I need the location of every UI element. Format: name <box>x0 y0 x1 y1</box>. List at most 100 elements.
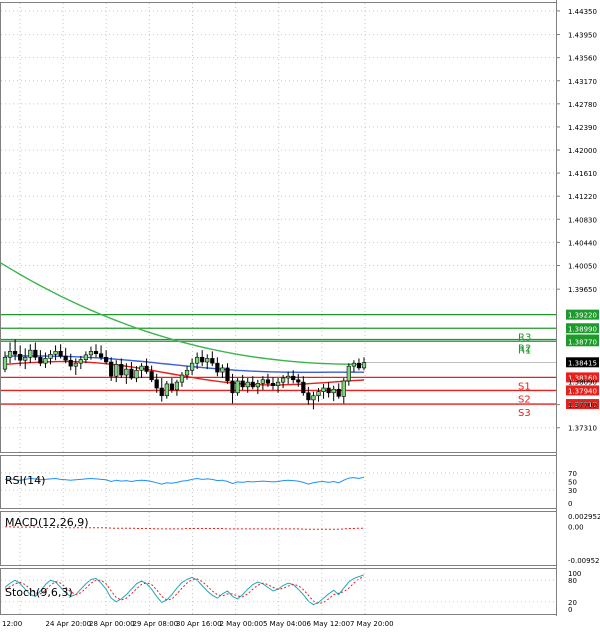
candle-body <box>210 358 215 364</box>
price-tick-label: 1.43560 <box>568 55 597 63</box>
level-name-s3: S3 <box>518 408 531 419</box>
candle-body <box>316 391 321 397</box>
candle-body <box>286 375 291 379</box>
candle-body <box>189 362 195 371</box>
panel-stoch <box>0 568 557 615</box>
level-value-label: 1.39220 <box>568 312 597 320</box>
price-tick-label: 1.41610 <box>568 170 597 178</box>
candle-body <box>361 362 367 369</box>
candle-body <box>7 351 13 358</box>
macd-label: MACD(12,26,9) <box>5 516 89 529</box>
macd-tick-label: -0.009528 <box>568 557 600 565</box>
candle-body <box>280 377 286 383</box>
candle-body <box>346 365 351 382</box>
candle-body <box>114 364 119 377</box>
candle-body <box>321 387 326 392</box>
level-value-label: 1.37940 <box>568 387 597 395</box>
time-tick-label: 29 Apr 08:00 <box>133 620 179 628</box>
price-tick-label: 1.42780 <box>568 101 597 109</box>
candle-body <box>250 381 255 388</box>
level-value-label: 1.38990 <box>568 325 597 333</box>
candle-body <box>48 354 53 359</box>
price-tick-label: 1.43170 <box>568 78 597 86</box>
candle-body <box>291 375 296 381</box>
price-tick-label: 1.37700 <box>568 402 597 410</box>
candle-body <box>200 356 205 363</box>
time-tick-label: 6 May 12:00 <box>307 620 351 628</box>
candle-body <box>63 355 68 361</box>
price-tick-label: 1.41220 <box>568 193 597 201</box>
price-tick-label: 1.44350 <box>568 8 597 16</box>
candle-body <box>78 359 83 364</box>
candle-body <box>230 380 235 394</box>
candle-body <box>43 358 48 364</box>
candle-body <box>68 359 73 367</box>
candle-body <box>184 369 190 376</box>
candle-body <box>2 356 8 370</box>
candle-body <box>23 356 28 361</box>
price-tick-label: 1.43950 <box>568 32 597 40</box>
candle-body <box>104 356 109 363</box>
candle-body <box>159 387 164 397</box>
rsi-tick-label: 30 <box>568 487 577 495</box>
candle-body <box>240 380 245 388</box>
candle-body <box>174 381 180 391</box>
candle-body <box>119 364 124 376</box>
candle-body <box>169 383 174 391</box>
candle-body <box>356 362 362 369</box>
time-tick-label: 28 Apr 00:00 <box>89 620 135 628</box>
candle-body <box>336 388 341 397</box>
rsi-label: RSI(14) <box>5 474 45 487</box>
time-tick-label: 7 May 20:00 <box>350 620 394 628</box>
candle-body <box>351 362 356 367</box>
candle-body <box>265 379 271 384</box>
level-value-label: 1.38770 <box>568 338 597 346</box>
price-tick-label: 1.40830 <box>568 216 597 224</box>
price-tick-label: 1.38090 <box>568 379 597 387</box>
candle-body <box>139 365 144 371</box>
chart-root: 1.392201.38990R31.38800R21.38770R11.3816… <box>0 0 600 628</box>
candle-body <box>245 381 250 388</box>
candle-body <box>205 358 210 363</box>
candle-body <box>28 349 33 358</box>
candle-body <box>134 369 139 379</box>
candle-body <box>235 380 240 394</box>
candle-body <box>38 356 43 364</box>
stoch-label: Stoch(9,6,3) <box>5 586 73 599</box>
candle-body <box>109 361 114 377</box>
candle-body <box>18 354 23 361</box>
time-axis: 12:00 24 Apr 20:0028 Apr 00:0029 Apr 08:0… <box>2 620 394 628</box>
macd-tick-label: 0.002952 <box>568 513 600 521</box>
candle-body <box>13 351 18 355</box>
level-name-r1: R1 <box>518 345 531 356</box>
candle-body <box>149 371 154 381</box>
time-tick-label: 12:00 <box>2 620 22 628</box>
rsi-tick-label: 0 <box>568 500 572 508</box>
price-tick-label: 1.39650 <box>568 286 597 294</box>
candle-body <box>58 351 63 357</box>
candle-body <box>306 392 311 401</box>
price-tick-label: 1.42000 <box>568 147 597 155</box>
rsi-tick-label: 50 <box>568 479 577 487</box>
price-tick-label: 1.40050 <box>568 262 597 270</box>
stoch-tick-label: 0 <box>568 606 572 614</box>
candle-body <box>225 367 230 382</box>
price-tick-label: 1.42390 <box>568 124 597 132</box>
stoch-tick-label: 80 <box>568 577 577 585</box>
time-tick-label: 24 Apr 20:00 <box>46 620 92 628</box>
candle-body <box>33 349 38 358</box>
candle-body <box>124 368 129 376</box>
time-tick-label: 30 Apr 16:00 <box>176 620 222 628</box>
candle-body <box>154 379 159 389</box>
candle-body <box>53 351 58 355</box>
candle-body <box>275 381 281 386</box>
time-tick-label: 5 May 04:00 <box>263 620 307 628</box>
candle-body <box>179 374 185 383</box>
candle-body <box>220 367 225 373</box>
candle-body <box>129 368 134 379</box>
candle-body <box>341 380 346 397</box>
candle-body <box>93 351 99 355</box>
rsi-tick-label: 70 <box>568 470 577 478</box>
candle-body <box>215 362 220 373</box>
price-tick-label: 1.40440 <box>568 239 597 247</box>
